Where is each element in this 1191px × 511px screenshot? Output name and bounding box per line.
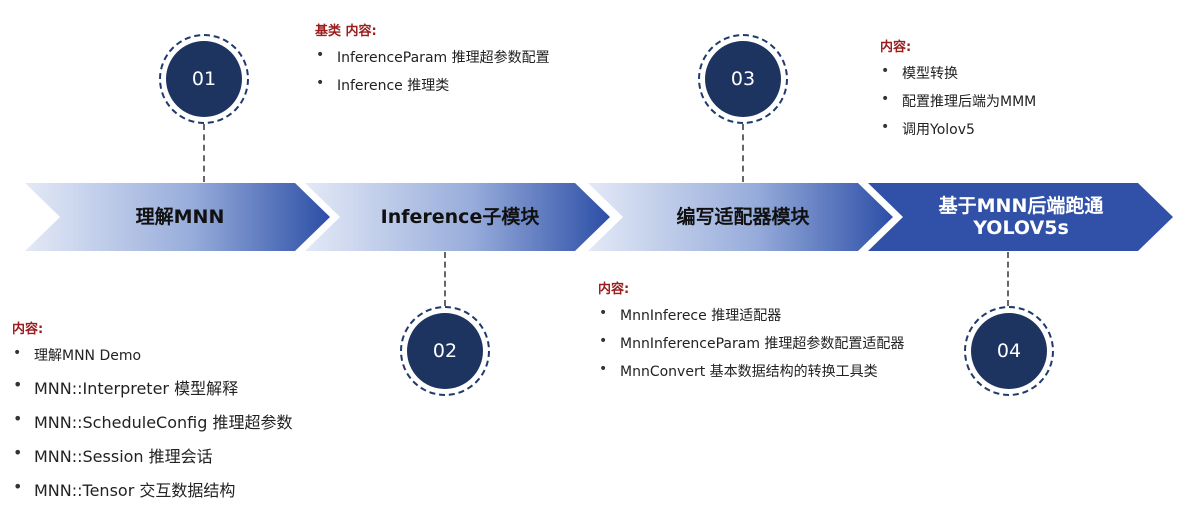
stage-2-details: 基类 内容: InferenceParam 推理超参数配置 Inference …	[315, 20, 550, 103]
list-item: MnnConvert 基本数据结构的转换工具类	[598, 361, 904, 381]
list-item: MNN::ScheduleConfig 推理超参数	[12, 409, 292, 433]
connector-stage-1	[203, 124, 205, 182]
arrow-label-stage-2: Inference子模块	[380, 206, 540, 228]
stage-1-number: 01	[166, 41, 242, 117]
stage-4-marker: 04	[964, 306, 1054, 396]
stage-3-details: 内容: MnnInferece 推理适配器 MnnInferenceParam …	[598, 278, 904, 389]
stage-2-marker: 02	[400, 306, 490, 396]
connector-stage-3	[742, 124, 744, 182]
stage-3-details-title: 内容:	[598, 282, 630, 297]
list-item: MNN::Interpreter 模型解释	[12, 375, 292, 399]
arrow-label-stage-1: 理解MNN	[135, 206, 225, 228]
connector-stage-2	[444, 252, 446, 306]
stage-2-number: 02	[407, 313, 483, 389]
list-item: MnnInferenceParam 推理超参数配置适配器	[598, 333, 904, 353]
arrow-label-stage-4: 基于MNN后端跑通 YOLOV5s	[938, 195, 1104, 239]
list-item: InferenceParam 推理超参数配置	[315, 47, 550, 67]
list-item: Inference 推理类	[315, 75, 550, 95]
stage-3-number: 03	[705, 41, 781, 117]
arrow-label-stage-3: 编写适配器模块	[676, 206, 810, 228]
list-item: 配置推理后端为MMM	[880, 91, 1036, 111]
stage-1-details-title: 内容:	[12, 322, 44, 337]
connector-stage-4	[1007, 252, 1009, 306]
stage-4-details: 内容: 模型转换 配置推理后端为MMM 调用Yolov5	[880, 36, 1036, 147]
stage-1-details: 内容: 理解MNN Demo MNN::Interpreter 模型解释 MNN…	[12, 318, 292, 511]
stage-1-marker: 01	[159, 34, 249, 124]
list-item: MNN::Tensor 交互数据结构	[12, 477, 292, 501]
list-item: 理解MNN Demo	[12, 345, 292, 365]
stage-2-details-title: 基类 内容:	[315, 24, 377, 39]
list-item: MnnInferece 推理适配器	[598, 305, 904, 325]
stage-4-number: 04	[971, 313, 1047, 389]
list-item: MNN::Session 推理会话	[12, 443, 292, 467]
stage-4-details-title: 内容:	[880, 40, 912, 55]
list-item: 调用Yolov5	[880, 119, 1036, 139]
stage-3-marker: 03	[698, 34, 788, 124]
list-item: 模型转换	[880, 63, 1036, 83]
